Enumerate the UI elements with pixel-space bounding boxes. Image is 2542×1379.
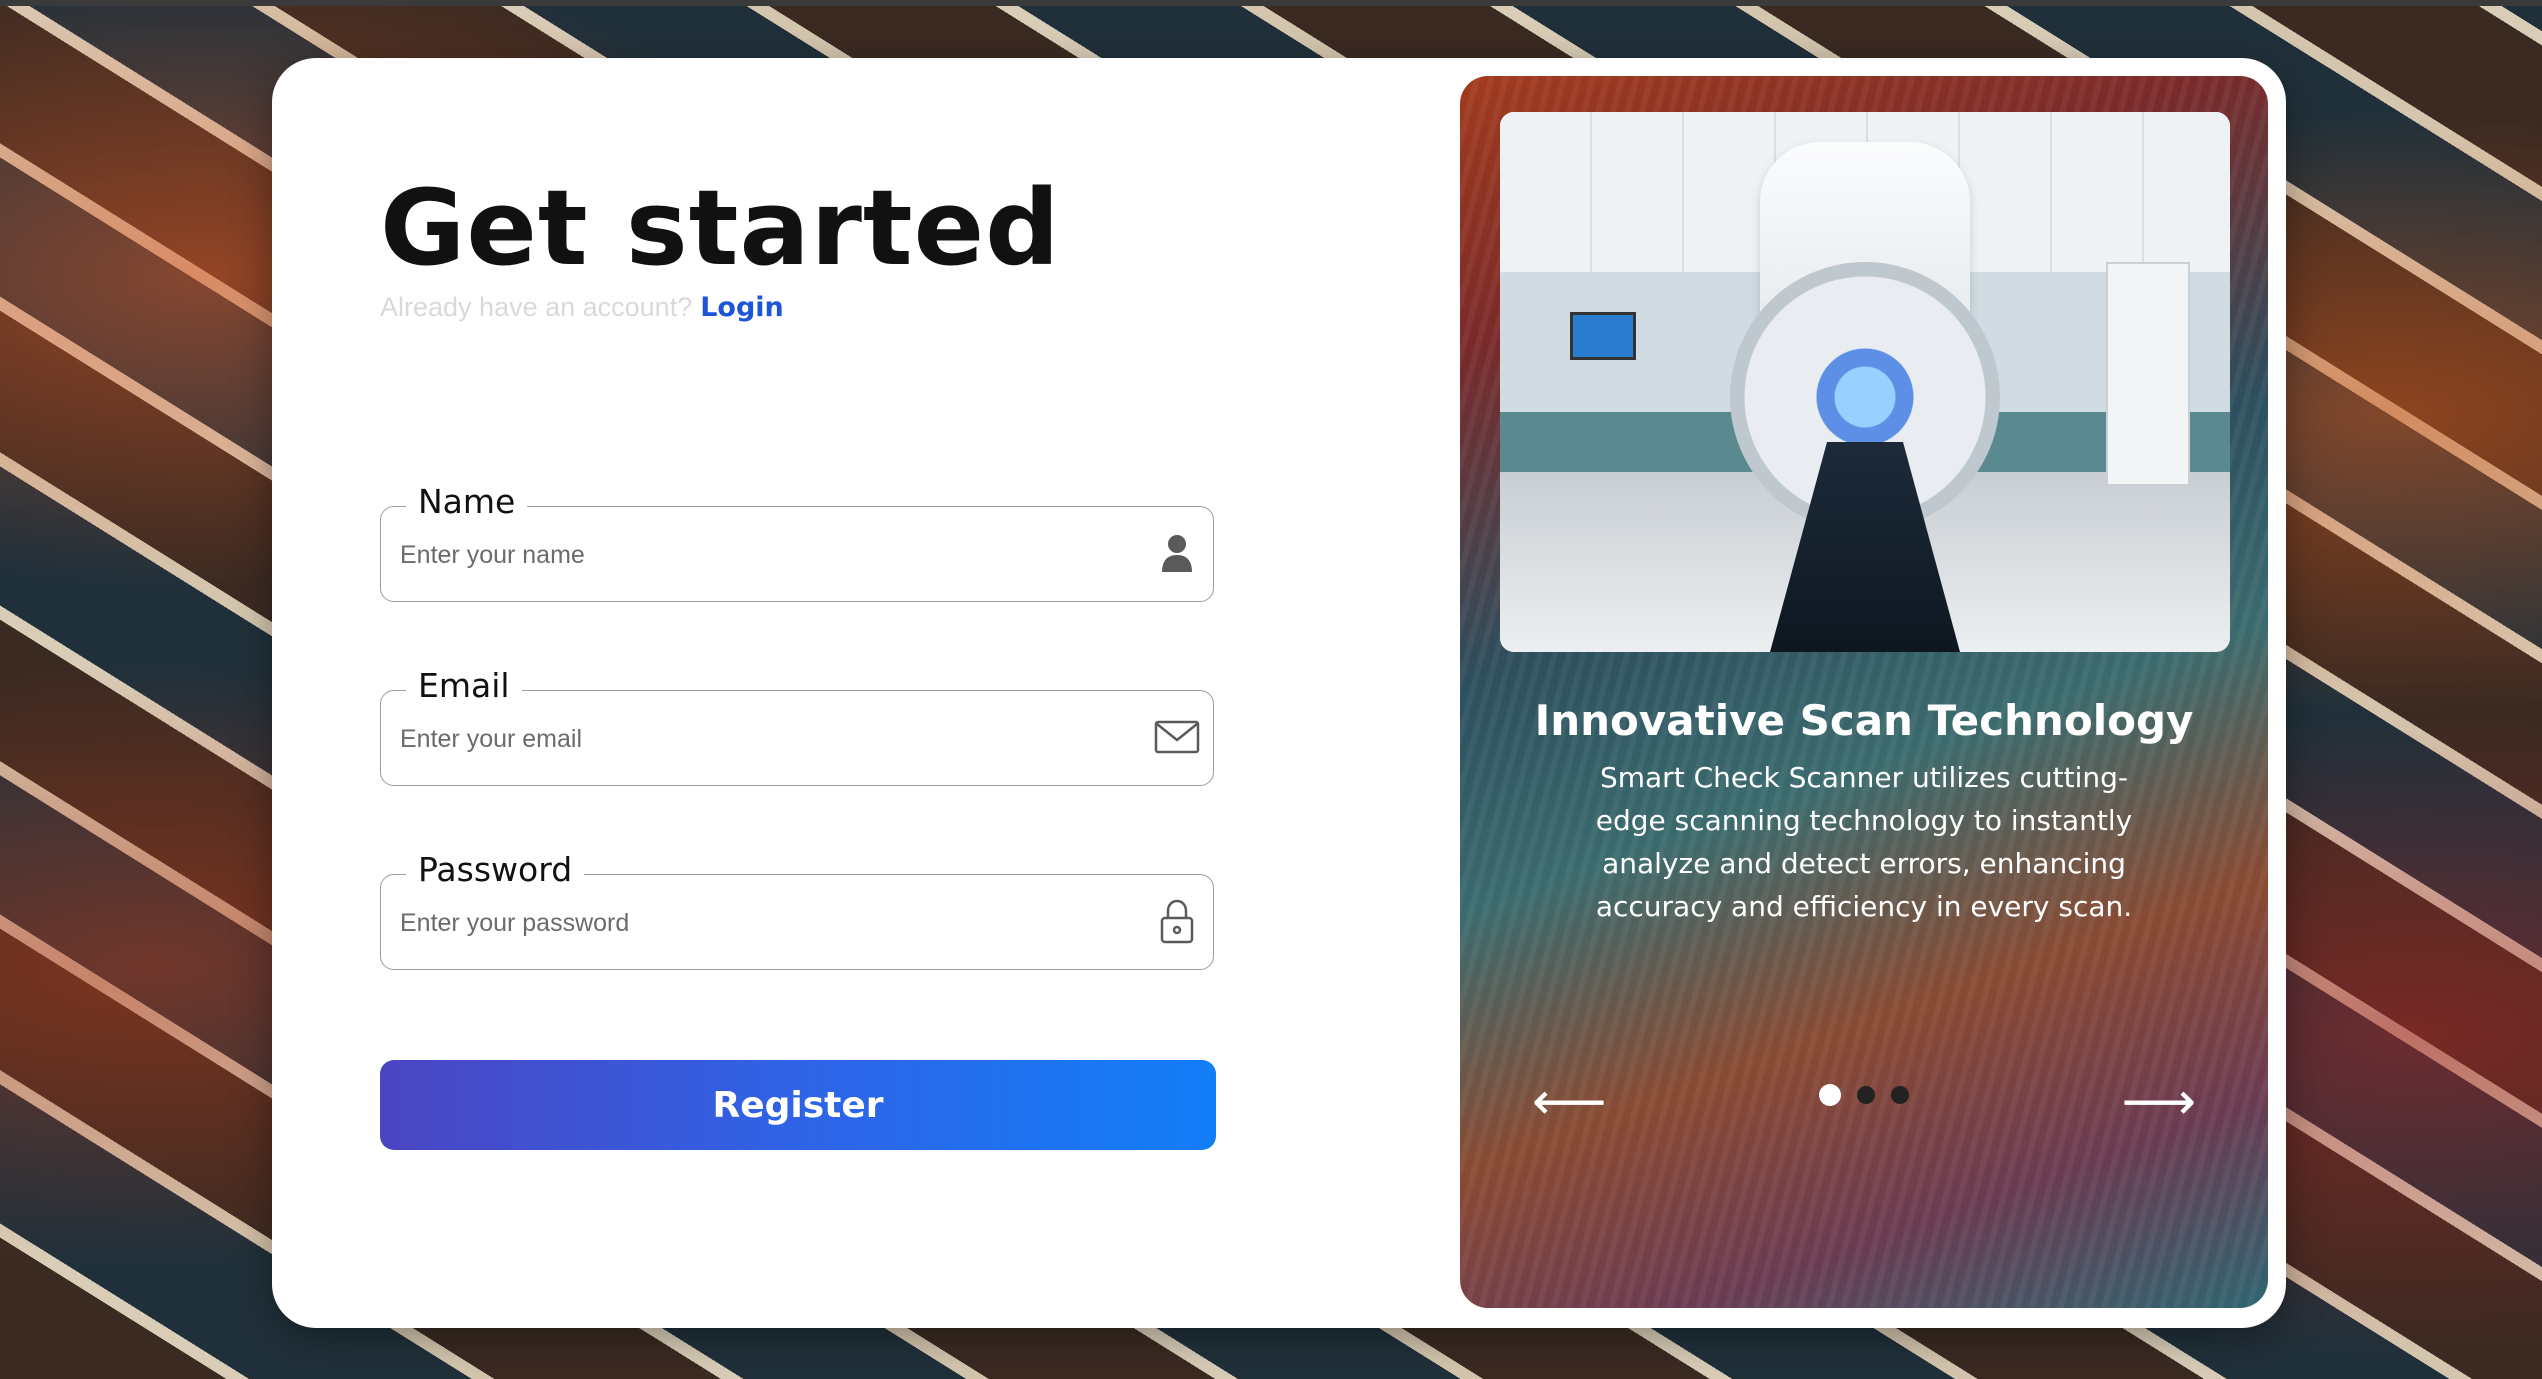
- password-field-group: Password: [380, 849, 1214, 970]
- password-label: Password: [406, 849, 585, 891]
- carousel-dot-2[interactable]: [1857, 1086, 1875, 1104]
- feature-carousel: Innovative Scan Technology Smart Check S…: [1460, 76, 2268, 1308]
- login-link[interactable]: Login: [700, 292, 784, 323]
- page-title: Get started: [380, 167, 1061, 289]
- slide-description: Smart Check Scanner utilizes cutting-edg…: [1595, 761, 2133, 923]
- name-label: Name: [406, 481, 528, 523]
- subtitle: Already have an account? Login: [380, 292, 1216, 332]
- account-prompt: Already have an account?: [380, 292, 693, 322]
- email-input[interactable]: [398, 716, 1102, 762]
- register-card: Get started Already have an account? Logi…: [272, 58, 2286, 1328]
- email-field-group: Email: [380, 665, 1214, 786]
- arrow-right-icon[interactable]: ⟶: [2121, 1076, 2196, 1128]
- scanner-room-image: [1500, 112, 2230, 652]
- envelope-icon: [1154, 720, 1200, 754]
- lock-icon: [1160, 899, 1194, 944]
- carousel-dot-1[interactable]: [1819, 1084, 1841, 1106]
- slide-title: Innovative Scan Technology: [1534, 696, 2194, 745]
- user-icon: [1162, 535, 1192, 572]
- name-field-group: Name: [380, 481, 1214, 602]
- register-button[interactable]: Register: [380, 1060, 1216, 1150]
- carousel-dot-3[interactable]: [1891, 1086, 1909, 1104]
- image-monitor: [1570, 312, 1636, 360]
- email-label: Email: [406, 665, 522, 707]
- top-bar: [0, 0, 2542, 6]
- password-input[interactable]: [398, 900, 1102, 946]
- register-form: Get started Already have an account? Logi…: [380, 168, 1216, 1150]
- name-input[interactable]: [398, 532, 1102, 578]
- image-door: [2106, 262, 2190, 486]
